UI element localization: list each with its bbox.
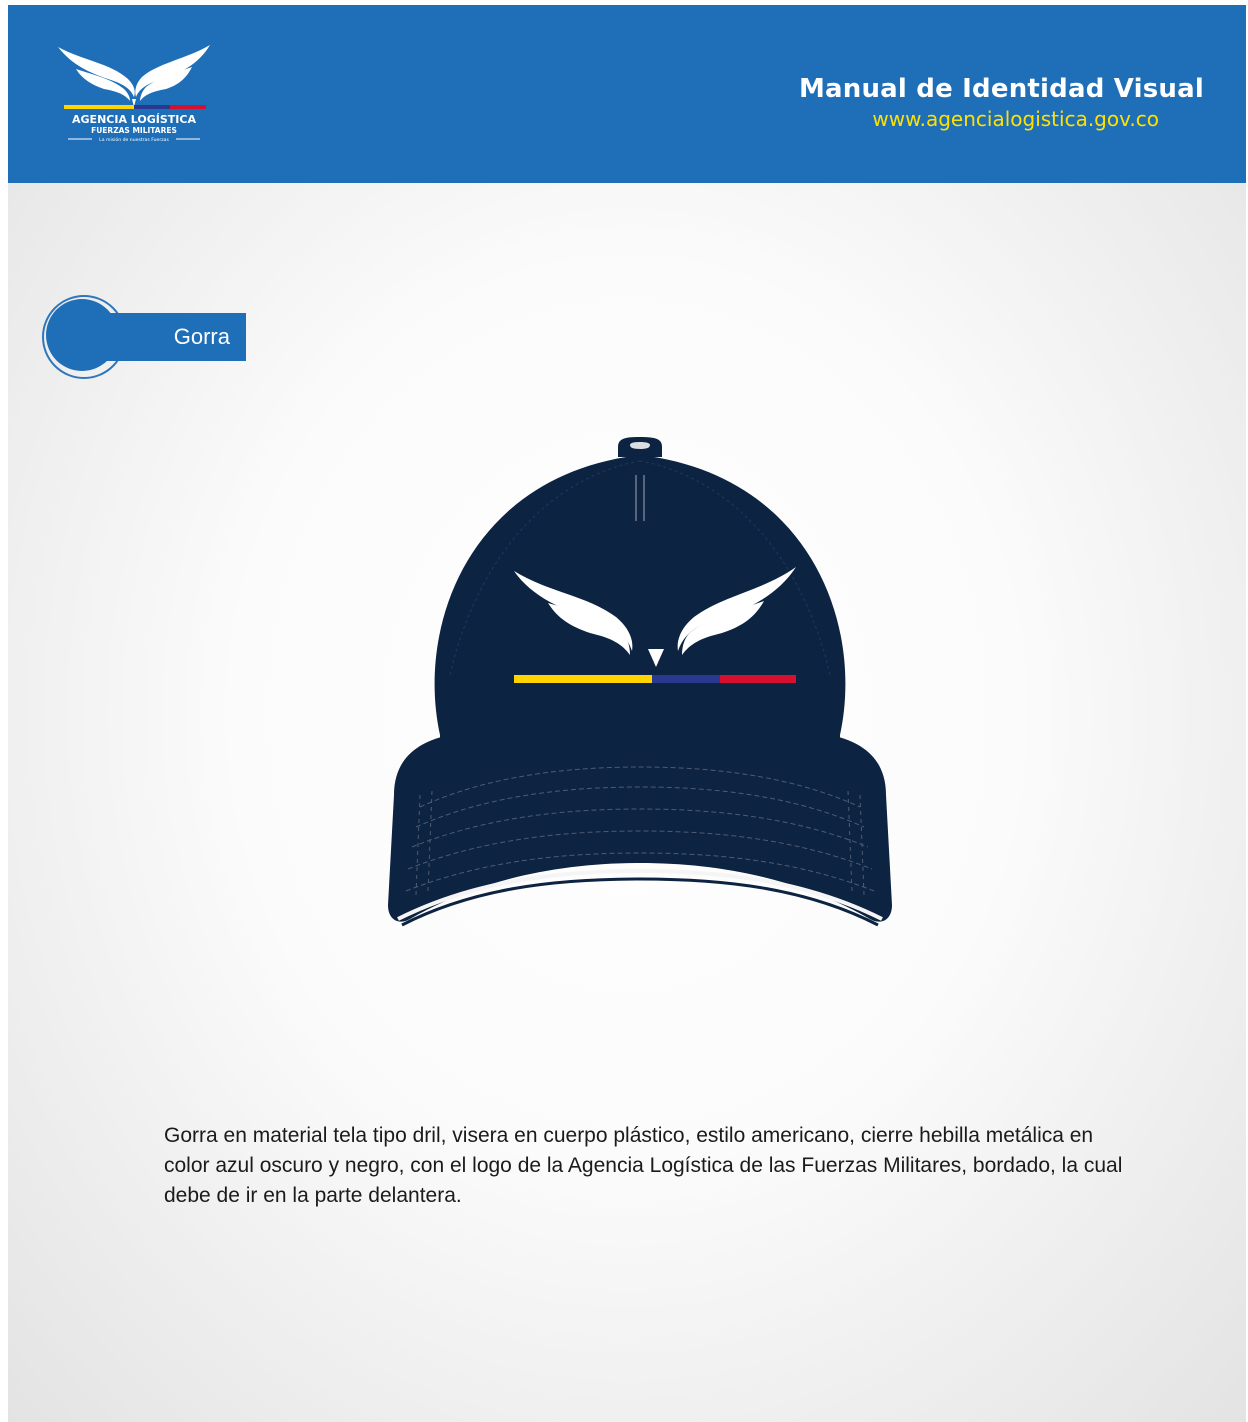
manual-title: Manual de Identidad Visual	[798, 74, 1204, 104]
website-url: www.agencialogistica.gov.co	[872, 107, 1159, 131]
logo-line3: La misión de nuestras Fuerzas	[99, 136, 169, 143]
manual-page: AGENCIA LOGÍSTICA FUERZAS MILITARES La m…	[8, 5, 1246, 1422]
logo-line2: FUERZAS MILITARES	[91, 126, 177, 135]
wings-logo-icon: AGENCIA LOGÍSTICA FUERZAS MILITARES La m…	[58, 45, 210, 143]
section-title: Gorra	[173, 324, 230, 349]
logo-line1: AGENCIA LOGÍSTICA	[72, 113, 196, 126]
page-header: AGENCIA LOGÍSTICA FUERZAS MILITARES La m…	[8, 5, 1246, 183]
product-description: Gorra en material tela tipo dril, visera…	[164, 1124, 1123, 1207]
cap-illustration	[380, 435, 900, 935]
agency-logo: AGENCIA LOGÍSTICA FUERZAS MILITARES La m…	[54, 39, 214, 151]
section-tab: Gorra	[42, 295, 252, 381]
